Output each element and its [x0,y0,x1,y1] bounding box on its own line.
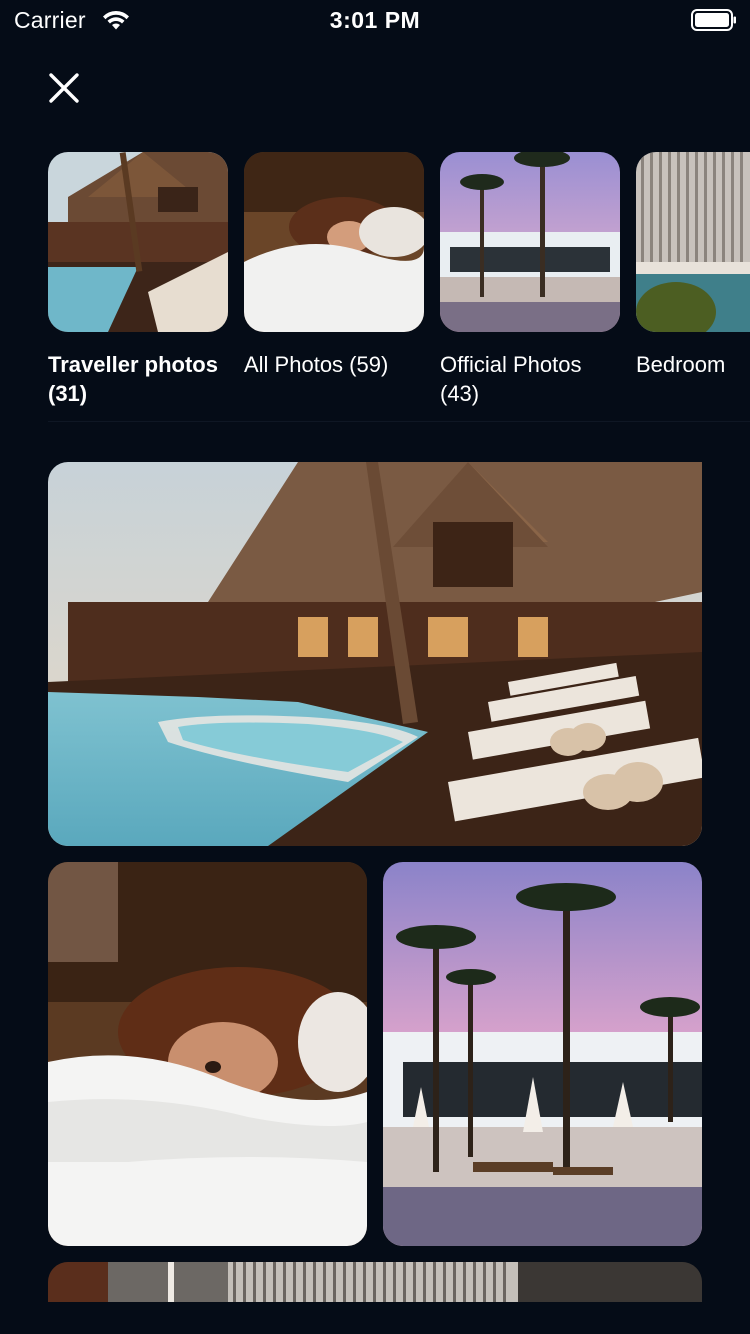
album-official-photos[interactable]: Official Photos (43) [440,152,620,408]
close-icon [49,73,79,103]
album-thumbnail [48,152,228,332]
battery-icon [691,9,736,31]
close-button[interactable] [44,68,84,108]
photo-resort-pool-deck[interactable] [48,462,702,846]
album-all-photos[interactable]: All Photos (59) [244,152,424,379]
clock: 3:01 PM [329,7,421,33]
album-thumbnail [636,152,750,332]
album-carousel[interactable]: Traveller photos (31) All Photos (59) Of… [48,152,750,412]
album-label: Bedroom [636,352,726,377]
album-label: Official Photos (43) [440,352,582,406]
status-bar: Carrier 3:01 PM [0,0,750,40]
album-label: Traveller photos (31) [48,352,218,406]
photo-woman-in-bed[interactable] [48,862,367,1246]
album-bedroom[interactable]: Bedroom [636,152,750,379]
album-thumbnail [244,152,424,332]
album-label: All Photos (59) [244,352,389,377]
album-thumbnail [440,152,620,332]
photo-striped-interior[interactable] [48,1262,702,1302]
divider [48,421,750,422]
album-traveller-photos[interactable]: Traveller photos (31) [48,152,228,408]
photo-palm-trees-sunset-pool[interactable] [383,862,702,1246]
